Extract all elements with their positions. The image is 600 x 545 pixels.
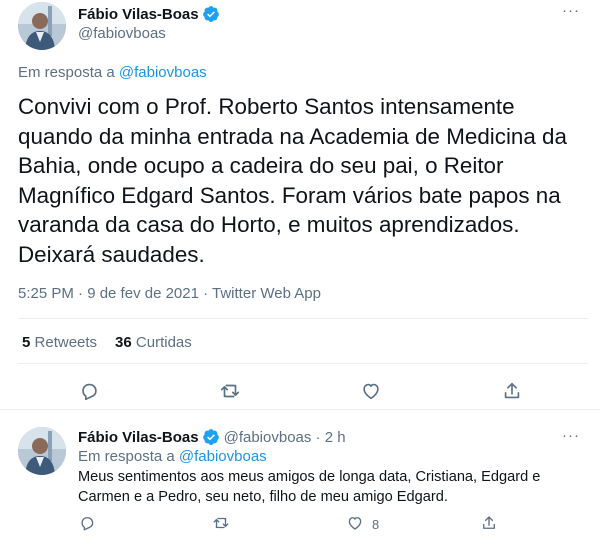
avatar-photo-icon [18, 2, 66, 50]
author-handle[interactable]: @fabiovboas [78, 25, 166, 42]
share-icon[interactable] [501, 380, 525, 404]
engagement-stats: 5 Retweets 36 Curtidas [22, 334, 192, 351]
share-icon[interactable] [480, 514, 504, 538]
verified-badge-icon [202, 428, 220, 446]
retweets-count: 5 [22, 334, 31, 351]
divider [18, 318, 588, 319]
likes-stat[interactable]: 36 Curtidas [115, 334, 192, 351]
divider [18, 363, 588, 364]
more-options-button[interactable]: ··· [562, 2, 580, 19]
likes-count: 36 [115, 334, 132, 351]
display-name[interactable]: Fábio Vilas-Boas [78, 429, 199, 446]
source-link[interactable]: Twitter Web App [212, 285, 321, 302]
avatar[interactable] [18, 427, 66, 475]
reply-context: Em resposta a @fabiovboas [18, 64, 207, 81]
avatar[interactable] [18, 2, 66, 50]
tweet-meta: 5:25 PM · 9 de fev de 2021 · Twitter Web… [18, 285, 321, 302]
tweet-text: Convivi com o Prof. Roberto Santos inten… [18, 94, 567, 267]
tweet-text: Meus sentimentos aos meus amigos de long… [78, 469, 541, 505]
reply-prefix: Em resposta a [78, 448, 175, 465]
retweet-icon[interactable] [219, 380, 243, 404]
reply-handle-link[interactable]: @fabiovboas [179, 448, 267, 465]
reply-header: Fábio Vilas-Boas @fabiovboas · 2 h [78, 428, 346, 446]
reply-icon[interactable] [78, 514, 102, 538]
main-tweet: Fábio Vilas-Boas @fabiovboas ··· Em resp… [0, 0, 600, 410]
author-handle-time[interactable]: @fabiovboas · 2 h [224, 429, 346, 446]
retweet-icon[interactable] [212, 514, 236, 538]
reply-context: Em resposta a @fabiovboas [78, 448, 267, 465]
reply-icon[interactable] [78, 380, 102, 404]
like-icon[interactable] [360, 380, 384, 404]
likes-label: Curtidas [135, 334, 192, 351]
reply-prefix: Em resposta a [18, 64, 115, 81]
like-count: 8 [372, 517, 380, 532]
reply-tweet[interactable]: Fábio Vilas-Boas @fabiovboas · 2 h ··· E… [0, 410, 600, 545]
author-name-row: Fábio Vilas-Boas [78, 5, 220, 23]
retweets-stat[interactable]: 5 Retweets [22, 334, 97, 351]
like-icon[interactable] [346, 514, 370, 538]
retweets-label: Retweets [34, 334, 98, 351]
tweet-actions [0, 372, 600, 410]
display-name[interactable]: Fábio Vilas-Boas [78, 6, 199, 23]
timestamp[interactable]: 5:25 PM · 9 de fev de 2021 · [18, 285, 212, 302]
verified-badge-icon [202, 5, 220, 23]
reply-handle-link[interactable]: @fabiovboas [119, 64, 207, 81]
more-options-button[interactable]: ··· [562, 427, 580, 444]
avatar-photo-icon [18, 427, 66, 475]
tweet-actions: 8 [0, 510, 600, 540]
